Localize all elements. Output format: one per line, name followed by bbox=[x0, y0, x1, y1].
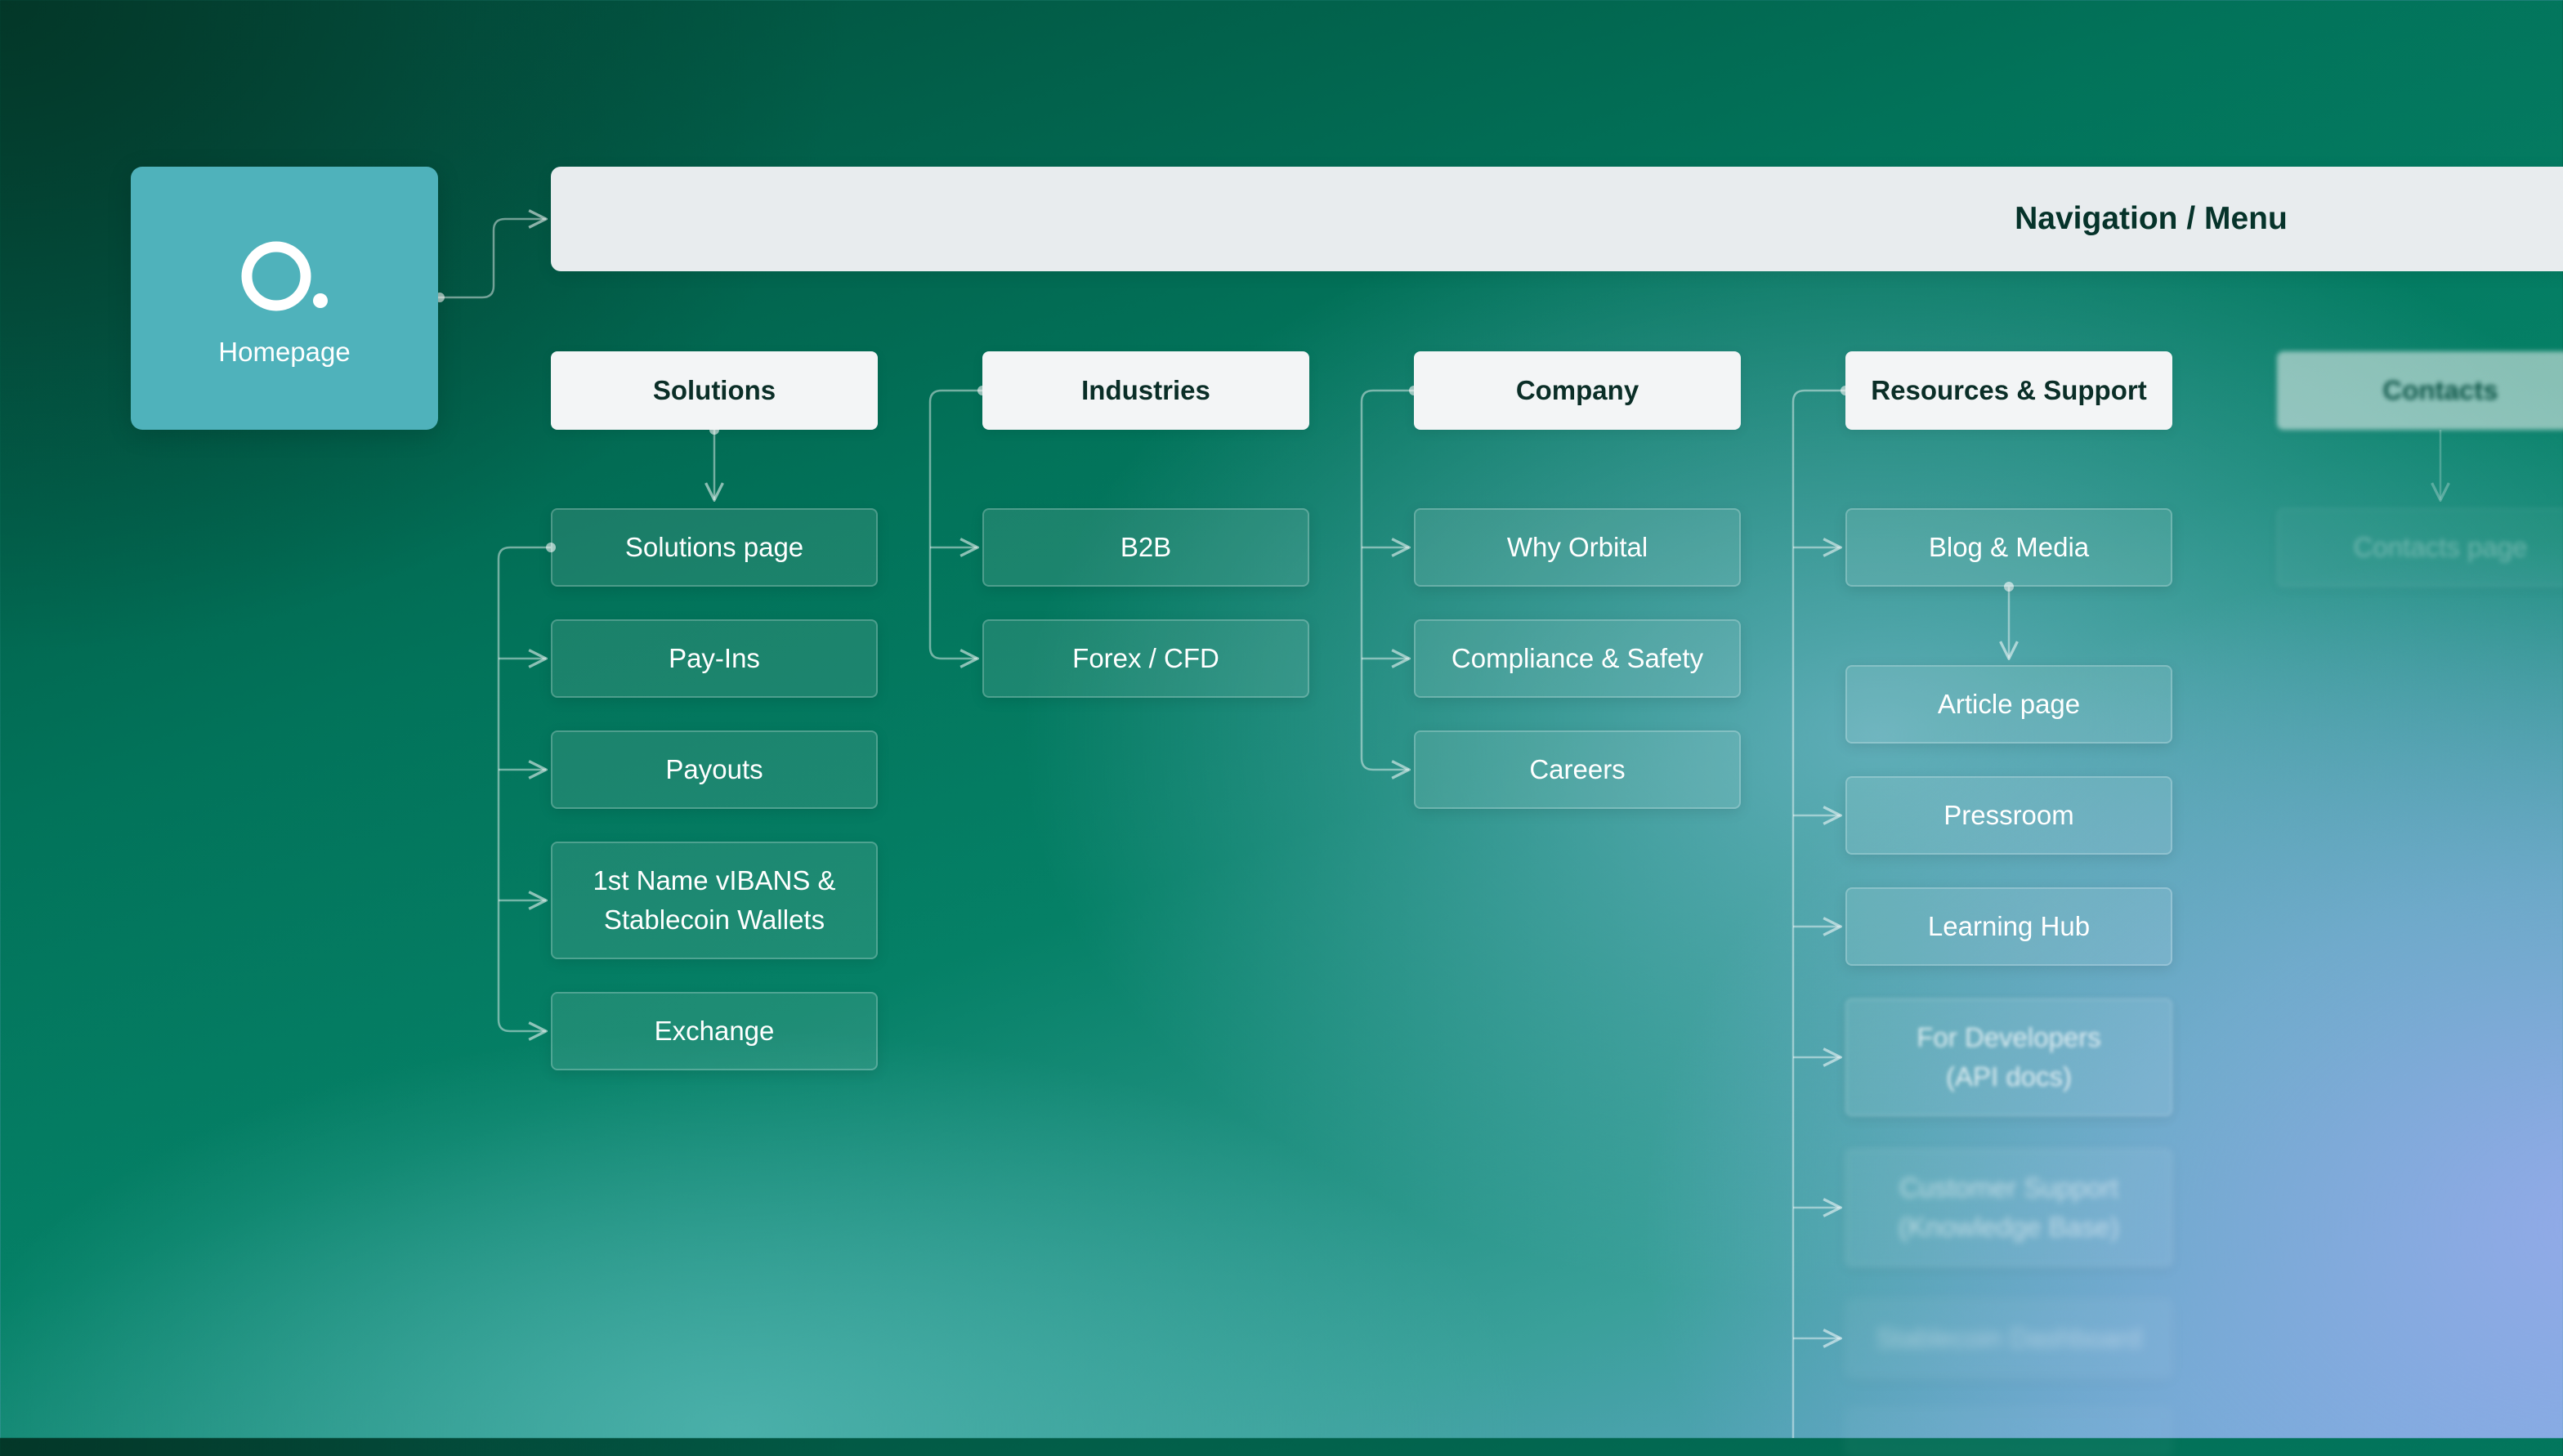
for-developers-node[interactable]: For Developers (API docs) bbox=[1845, 998, 2172, 1116]
customer-support-node[interactable]: Customer Support (Knowledge Base) bbox=[1845, 1149, 2172, 1266]
node-label: Blog & Media bbox=[1928, 532, 2090, 562]
b2b-node[interactable]: B2B bbox=[982, 508, 1309, 587]
why-orbital-node[interactable]: Why Orbital bbox=[1414, 508, 1741, 587]
pay-ins-node[interactable]: Pay-Ins bbox=[551, 619, 878, 698]
node-label: Careers bbox=[1529, 754, 1626, 784]
navigation-title: Navigation / Menu bbox=[2015, 201, 2288, 236]
company-header[interactable]: Company bbox=[1414, 351, 1741, 430]
solutions-header[interactable]: Solutions bbox=[551, 351, 878, 430]
node-label: Exchange bbox=[654, 1016, 775, 1046]
article-page-node[interactable]: Article page bbox=[1845, 665, 2172, 744]
node-label: Contacts page bbox=[2353, 532, 2528, 562]
stablecoin-dashboard-node[interactable]: Stablecoin Dashboard bbox=[1845, 1299, 2172, 1378]
homepage-label: Homepage bbox=[218, 337, 351, 367]
navigation-menu-bar[interactable]: Navigation / Menu bbox=[551, 167, 2563, 271]
node-label: Why Orbital bbox=[1506, 532, 1648, 562]
homepage-node[interactable]: Homepage bbox=[131, 167, 438, 430]
node-label: Forex / CFD bbox=[1072, 643, 1219, 673]
node-label: Article page bbox=[1937, 689, 2081, 719]
blog-media-node[interactable]: Blog & Media bbox=[1845, 508, 2172, 587]
node-label: B2B bbox=[1120, 532, 1172, 562]
node-label: Learning Hub bbox=[1927, 911, 2091, 941]
node-label: Customer Support (Knowledge Base) bbox=[1899, 1172, 2119, 1242]
sitemap-diagram: Homepage Navigation / Menu Solutions Ind… bbox=[0, 0, 2563, 1456]
forex-cfd-node[interactable]: Forex / CFD bbox=[982, 619, 1309, 698]
vibans-stablecoin-wallets-node[interactable]: 1st Name vIBANS & Stablecoin Wallets bbox=[551, 842, 878, 959]
node-label: Pay-Ins bbox=[669, 643, 760, 673]
compliance-safety-node[interactable]: Compliance & Safety bbox=[1414, 619, 1741, 698]
node-label: Compliance & Safety bbox=[1451, 643, 1704, 673]
pressroom-node[interactable]: Pressroom bbox=[1845, 776, 2172, 855]
exchange-node[interactable]: Exchange bbox=[551, 992, 878, 1070]
node-label: Pressroom bbox=[1943, 800, 2074, 830]
contacts-header[interactable]: Contacts bbox=[2277, 351, 2563, 430]
resources-support-header[interactable]: Resources & Support bbox=[1845, 351, 2172, 430]
node-label: Payouts bbox=[665, 754, 763, 784]
industries-header[interactable]: Industries bbox=[982, 351, 1309, 430]
solutions-page-node[interactable]: Solutions page bbox=[551, 508, 878, 587]
contacts-page-node[interactable]: Contacts page bbox=[2277, 508, 2563, 587]
more-node-partial bbox=[1845, 1407, 2172, 1456]
node-label: For Developers (API docs) bbox=[1917, 1022, 2101, 1092]
orbital-logo-icon bbox=[241, 241, 328, 311]
node-label: Stablecoin Dashboard bbox=[1876, 1323, 2142, 1353]
node-label: Solutions page bbox=[624, 532, 804, 562]
learning-hub-node[interactable]: Learning Hub bbox=[1845, 887, 2172, 966]
payouts-node[interactable]: Payouts bbox=[551, 730, 878, 809]
careers-node[interactable]: Careers bbox=[1414, 730, 1741, 809]
node-label: 1st Name vIBANS & Stablecoin Wallets bbox=[593, 865, 836, 935]
